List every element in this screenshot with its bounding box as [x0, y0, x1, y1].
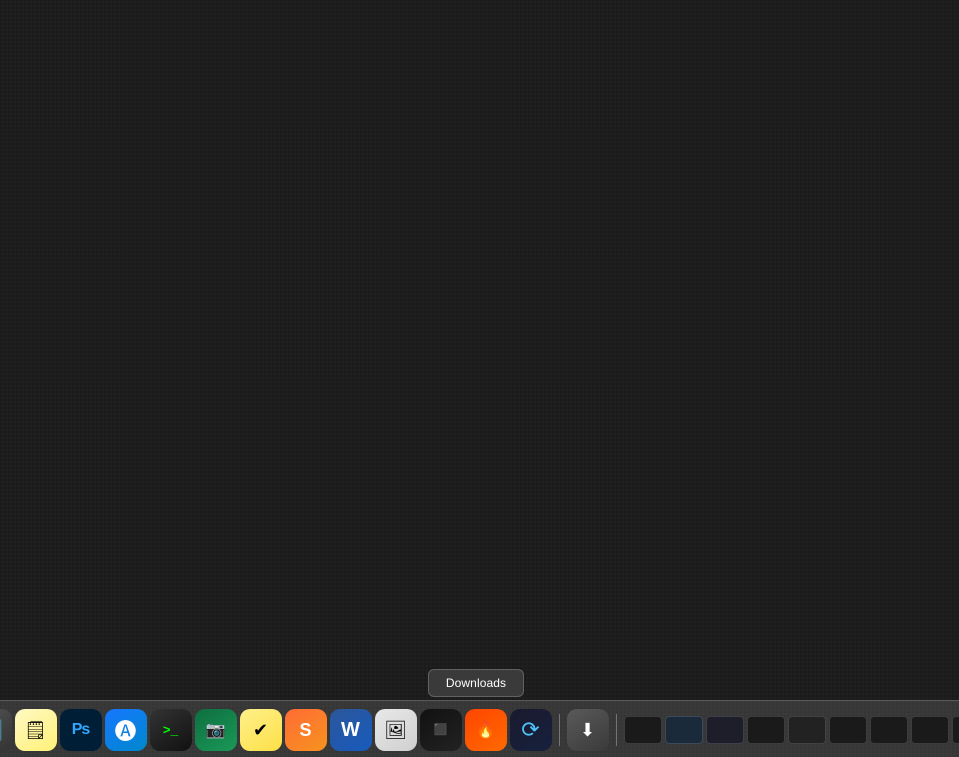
desktop: Downloads 🔢 🗒 Ps 🅐 >_: [0, 0, 959, 757]
dock-icon-photoshop[interactable]: Ps: [60, 709, 102, 751]
dock-icon-downloads[interactable]: ⬇: [567, 709, 609, 751]
dock-separator-2: [616, 714, 617, 746]
dock-icon-activity-monitor[interactable]: ⬛: [420, 709, 462, 751]
dock-icon-taskpaper[interactable]: ✔: [240, 709, 282, 751]
dock-thumb-8[interactable]: [911, 716, 949, 744]
dock-icon-gyroflow[interactable]: ⟳: [510, 709, 552, 751]
dock-thumb-1[interactable]: [624, 716, 662, 744]
dock-container: 🔢 🗒 Ps 🅐 >_ 📷 ✔: [0, 700, 959, 757]
dock-icon-stickies[interactable]: 🗒: [15, 709, 57, 751]
dock-icon-terminal[interactable]: >_: [150, 709, 192, 751]
dock-thumb-3[interactable]: [706, 716, 744, 744]
dock-icon-preview[interactable]: 🖼: [375, 709, 417, 751]
dock-thumb-6[interactable]: [829, 716, 867, 744]
dock-icon-sublime[interactable]: S: [285, 709, 327, 751]
dock-thumb-9[interactable]: [952, 716, 959, 744]
dock-icon-taskheat[interactable]: 🔥: [465, 709, 507, 751]
dock-icon-appstore[interactable]: 🅐: [105, 709, 147, 751]
dock-thumb-7[interactable]: [870, 716, 908, 744]
dock-icon-screenshot[interactable]: 📷: [195, 709, 237, 751]
dock-icon-calculator[interactable]: 🔢: [0, 709, 12, 751]
dock-separator: [559, 714, 560, 746]
tooltip-text: Downloads: [446, 676, 506, 690]
dock-thumb-2[interactable]: [665, 716, 703, 744]
dock-icon-word[interactable]: W: [330, 709, 372, 751]
downloads-tooltip: Downloads: [428, 669, 524, 697]
dock: 🔢 🗒 Ps 🅐 >_ 📷 ✔: [0, 700, 959, 757]
dock-thumb-5[interactable]: [788, 716, 826, 744]
dock-thumb-4[interactable]: [747, 716, 785, 744]
